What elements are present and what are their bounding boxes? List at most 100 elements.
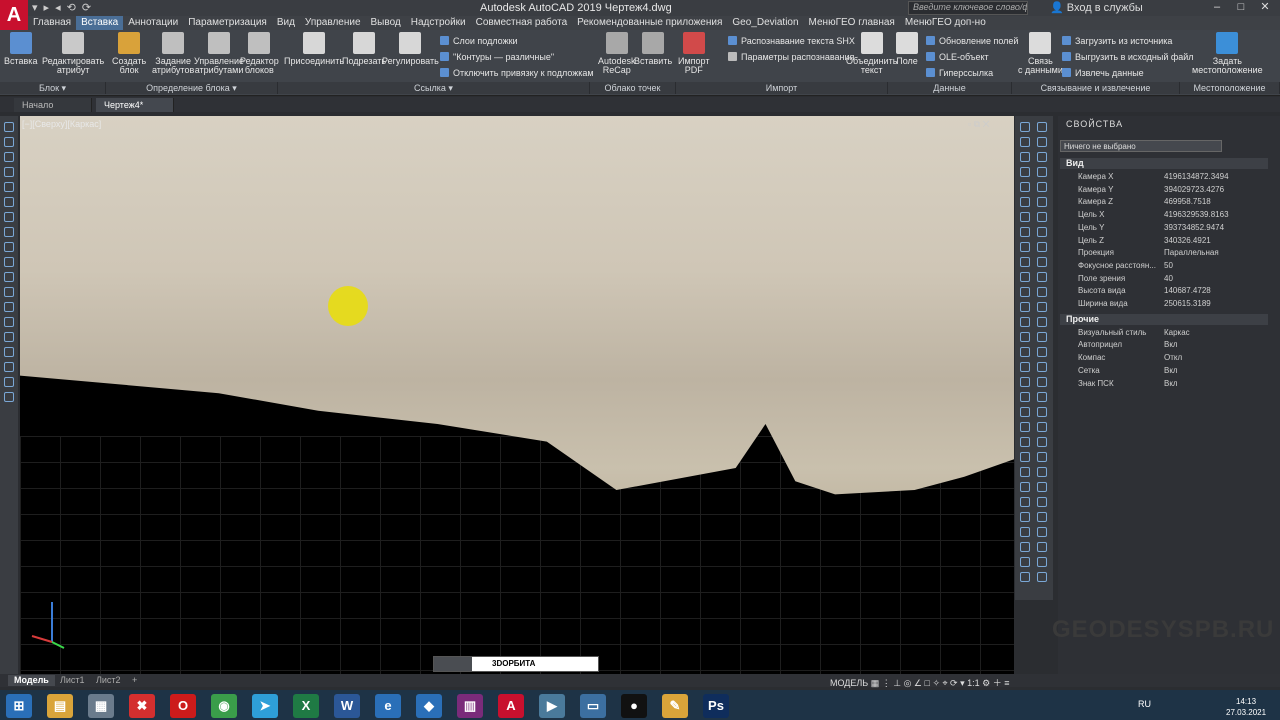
modify-tool-icon[interactable] [1037, 497, 1047, 507]
modify-tool-icon[interactable] [1037, 137, 1047, 147]
modify-tool-icon[interactable] [1037, 182, 1047, 192]
modify-tool-icon[interactable] [1037, 452, 1047, 462]
modify-tool-icon[interactable] [1037, 227, 1047, 237]
modify-tool-icon[interactable] [1020, 242, 1030, 252]
modify-tool-icon[interactable] [1037, 302, 1047, 312]
record-taskbar-icon[interactable]: ● [621, 694, 647, 718]
ribbon-tab-11[interactable]: МенюГЕО главная [804, 16, 900, 30]
modify-tool-icon[interactable] [1037, 392, 1047, 402]
layout-tab-1[interactable]: Лист1 [54, 675, 91, 686]
ribbon-small-button-3[interactable]: Распознавание текста SHX [728, 36, 855, 47]
draw-tool-icon[interactable] [4, 197, 14, 207]
draw-tool-icon[interactable] [4, 392, 14, 402]
modify-tool-icon[interactable] [1037, 332, 1047, 342]
autocad-app-icon[interactable]: A [0, 0, 28, 32]
ribbon-small-button-10[interactable]: Извлечь данные [1062, 68, 1144, 79]
ribbon-panel-title-6[interactable]: Связывание и извлечение [1012, 82, 1180, 94]
modify-tool-icon[interactable] [1020, 452, 1030, 462]
draw-tool-icon[interactable] [4, 227, 14, 237]
modify-tool-icon[interactable] [1020, 122, 1030, 132]
draw-tool-icon[interactable] [4, 122, 14, 132]
modify-tool-icon[interactable] [1020, 272, 1030, 282]
modify-tool-icon[interactable] [1020, 467, 1030, 477]
dropbox-taskbar-icon[interactable]: ◆ [416, 694, 442, 718]
doc-tab-0[interactable]: Начало [14, 98, 92, 112]
prop-row[interactable]: Камера Z 469958.7518 [1060, 196, 1268, 209]
modify-tool-icon[interactable] [1037, 347, 1047, 357]
modify-tool-icon[interactable] [1020, 212, 1030, 222]
prop-row[interactable]: Сетка Вкл [1060, 365, 1268, 378]
ribbon-button-11[interactable]: Импорт PDF [678, 32, 709, 75]
ribbon-tab-1[interactable]: Вставка [76, 16, 124, 30]
ribbon-small-button-7[interactable]: Гиперссылка [926, 68, 993, 79]
modify-tool-icon[interactable] [1020, 347, 1030, 357]
ribbon-button-0[interactable]: Вставка [4, 32, 37, 66]
ribbon-button-14[interactable]: Связь с данными [1018, 32, 1063, 75]
prop-row[interactable]: Ширина вида 250615.3189 [1060, 298, 1268, 311]
modify-tool-icon[interactable] [1037, 467, 1047, 477]
draw-tool-icon[interactable] [4, 317, 14, 327]
ribbon-tab-5[interactable]: Управление [300, 16, 366, 30]
prop-row[interactable]: Фокусное расстоян... 50 [1060, 260, 1268, 273]
modify-tool-icon[interactable] [1020, 287, 1030, 297]
command-line[interactable]: 3DОРБИТА [433, 656, 599, 672]
ribbon-tab-3[interactable]: Параметризация [183, 16, 272, 30]
ribbon-panel-title-1[interactable]: Определение блока ▾ [106, 82, 278, 94]
modify-tool-icon[interactable] [1020, 227, 1030, 237]
prop-row[interactable]: Цель Z 340326.4921 [1060, 235, 1268, 248]
modify-tool-icon[interactable] [1037, 377, 1047, 387]
layout-tab-3[interactable]: + [126, 675, 143, 686]
ribbon-small-button-2[interactable]: Отключить привязку к подложкам [440, 68, 594, 79]
prop-row[interactable]: Камера X 4196134872.3494 [1060, 171, 1268, 184]
modify-tool-icon[interactable] [1020, 527, 1030, 537]
ribbon-small-button-9[interactable]: Выгрузить в исходный файл [1062, 52, 1194, 63]
ribbon-panel-title-4[interactable]: Импорт [676, 82, 888, 94]
ribbon-tab-2[interactable]: Аннотации [123, 16, 183, 30]
modify-tool-icon[interactable] [1037, 482, 1047, 492]
modify-tool-icon[interactable] [1020, 392, 1030, 402]
ribbon-button-7[interactable]: Подрезать [342, 32, 386, 66]
prop-row[interactable]: Поле зрения 40 [1060, 273, 1268, 286]
modify-tool-icon[interactable] [1037, 437, 1047, 447]
ribbon-button-1[interactable]: Редактировать атрибут [42, 32, 104, 75]
model-space-button[interactable]: МОДЕЛЬ [830, 678, 868, 688]
close-button[interactable]: ✕ [1254, 0, 1276, 16]
winrar-taskbar-icon[interactable]: ▥ [457, 694, 483, 718]
ribbon-tab-12[interactable]: МенюГЕО доп-но [900, 16, 991, 30]
selection-dropdown[interactable]: Ничего не выбрано [1060, 140, 1222, 152]
language-indicator[interactable]: RU [1138, 699, 1151, 709]
login-button[interactable]: 👤 Вход в службы [1050, 1, 1143, 14]
modify-tool-icon[interactable] [1037, 167, 1047, 177]
minimize-button[interactable]: – [1206, 0, 1228, 16]
clock[interactable]: 14:13 27.03.2021 [1226, 696, 1266, 718]
draw-tool-icon[interactable] [4, 287, 14, 297]
doc-tab-1[interactable]: Чертеж4* [96, 98, 174, 112]
status-icons[interactable]: ▦ ⋮ ⊥ ◎ ∠ □ ✧ ⌖ ⟳ ▾ [871, 678, 967, 688]
modify-tool-icon[interactable] [1020, 482, 1030, 492]
viewport-window-controls[interactable]: ▫ ⧉ ✕ [968, 119, 989, 130]
autocad-taskbar-icon[interactable]: A [498, 694, 524, 718]
prop-row[interactable]: Высота вида 140687.4728 [1060, 285, 1268, 298]
draw-tool-icon[interactable] [4, 272, 14, 282]
ribbon-panel-title-7[interactable]: Местоположение [1180, 82, 1280, 94]
prop-row[interactable]: Компас Откл [1060, 352, 1268, 365]
ribbon-panel-title-2[interactable]: Ссылка ▾ [278, 82, 590, 94]
ribbon-panel-title-0[interactable]: Блок ▾ [0, 82, 106, 94]
ribbon-panel-title-5[interactable]: Данные [888, 82, 1012, 94]
word-taskbar-icon[interactable]: W [334, 694, 360, 718]
prop-row[interactable]: Визуальный стиль Каркас [1060, 327, 1268, 340]
ribbon-small-button-6[interactable]: OLE-объект [926, 52, 989, 63]
ribbon-button-4[interactable]: Управление атрибутами [194, 32, 244, 75]
modify-tool-icon[interactable] [1020, 542, 1030, 552]
modify-tool-icon[interactable] [1020, 362, 1030, 372]
modify-tool-icon[interactable] [1020, 167, 1030, 177]
qat-icon-1[interactable]: ▸ [44, 1, 50, 15]
ribbon-tab-8[interactable]: Совместная работа [471, 16, 573, 30]
prop-row[interactable]: Цель X 4196329539.8163 [1060, 209, 1268, 222]
draw-tool-icon[interactable] [4, 182, 14, 192]
modify-tool-icon[interactable] [1037, 422, 1047, 432]
prop-row[interactable]: Проекция Параллельная [1060, 247, 1268, 260]
prop-section-0[interactable]: Вид [1060, 158, 1268, 169]
opera-taskbar-icon[interactable]: O [170, 694, 196, 718]
telegram-taskbar-icon[interactable]: ➤ [252, 694, 278, 718]
